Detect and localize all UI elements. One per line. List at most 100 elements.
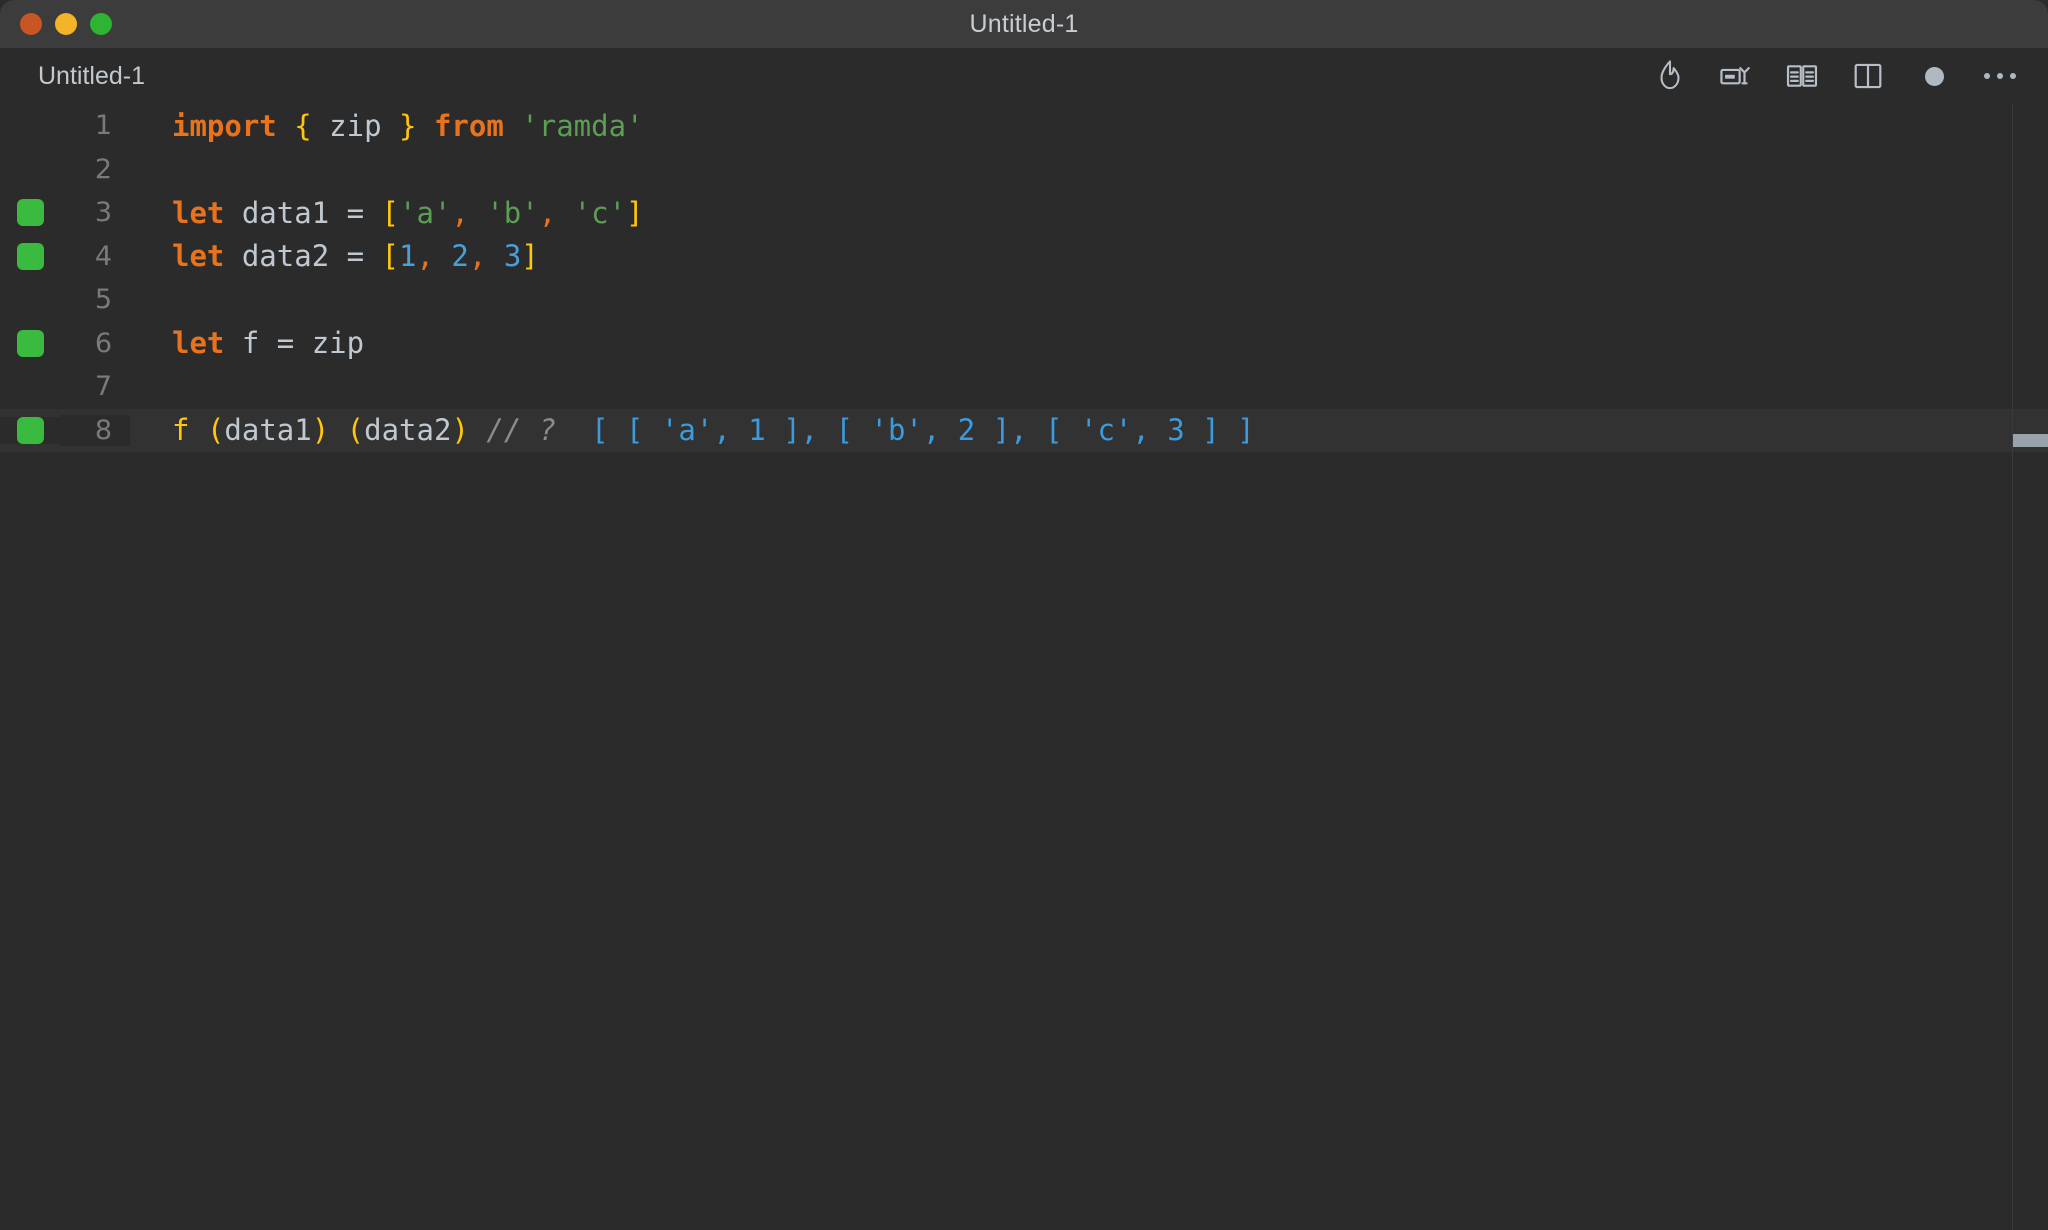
- code-token: 'ramda': [521, 108, 644, 143]
- code-line[interactable]: 5: [0, 278, 2048, 322]
- code-token: 1: [399, 239, 417, 274]
- code-token: ,: [416, 239, 434, 274]
- code-token: 2: [451, 239, 469, 274]
- code-token: let: [172, 195, 225, 230]
- split-editor-icon[interactable]: [1846, 56, 1890, 96]
- code-token: ]: [626, 195, 644, 230]
- code-token: from: [433, 108, 504, 143]
- code-token: (: [346, 413, 365, 448]
- line-number: 4: [94, 240, 112, 272]
- gutter-marker-cell[interactable]: [0, 286, 60, 313]
- code-token: f: [172, 413, 190, 448]
- code-line-content[interactable]: let data2 = [1, 2, 3]: [130, 239, 2048, 273]
- window-titlebar: Untitled-1: [0, 0, 2048, 48]
- line-number: 6: [94, 327, 112, 359]
- code-token: (: [206, 413, 225, 448]
- line-number: 8: [60, 414, 130, 446]
- code-line[interactable]: 4 let data2 = [1, 2, 3]: [0, 235, 2048, 279]
- window-title: Untitled-1: [969, 10, 1079, 38]
- breakpoint-marker-icon[interactable]: [16, 199, 44, 227]
- gutter-marker-cell[interactable]: [0, 373, 60, 400]
- code-lines: 1 import { zip } from 'ramda' 2 3 let data1 …: [0, 104, 2048, 452]
- code-token: [: [381, 195, 399, 230]
- line-number: 1: [94, 110, 112, 142]
- line-number: 7: [94, 371, 112, 403]
- ellipsis-icon[interactable]: [1978, 56, 2022, 96]
- code-token: data2: [364, 413, 452, 448]
- code-token: ]: [521, 239, 539, 274]
- code-line[interactable]: 3 let data1 = ['a', 'b', 'c']: [0, 191, 2048, 235]
- breakpoint-marker-icon[interactable]: [16, 242, 44, 270]
- code-token: data1 =: [224, 195, 382, 230]
- editor-window: Untitled-1 Untitled-1 1 import {zip} f…: [0, 0, 2048, 1230]
- inline-result: [ [ 'a', 1 ], [ 'b', 2 ], [ 'c', 3 ] ]: [556, 413, 1255, 448]
- gutter-marker-cell[interactable]: [0, 242, 60, 270]
- gutter-marker-cell[interactable]: [0, 199, 60, 227]
- run-console-icon[interactable]: [1714, 56, 1758, 96]
- gutter-marker-cell[interactable]: [0, 416, 60, 444]
- code-line[interactable]: 2: [0, 148, 2048, 192]
- code-token: f = zip: [224, 326, 365, 361]
- code-token: ,: [451, 195, 469, 230]
- maximize-window-button[interactable]: [90, 13, 112, 35]
- tab-strip: Untitled-1: [0, 48, 2048, 104]
- code-line-content[interactable]: import { zip } from 'ramda': [130, 109, 2048, 143]
- scrollbar-thumb[interactable]: [2013, 434, 2048, 447]
- code-token: {: [294, 108, 312, 143]
- code-token: // ?: [486, 413, 557, 448]
- code-token: 'c': [573, 195, 627, 230]
- gutter-marker-cell[interactable]: [0, 329, 60, 357]
- code-line-content[interactable]: let f = zip: [130, 326, 2048, 360]
- code-line-content[interactable]: let data1 = ['a', 'b', 'c']: [130, 196, 2048, 230]
- code-line[interactable]: 7: [0, 365, 2048, 409]
- code-token: ,: [468, 239, 487, 274]
- code-token: [: [381, 239, 399, 274]
- code-token: 'b': [486, 195, 539, 230]
- minimize-window-button[interactable]: [55, 13, 77, 35]
- code-token: }: [399, 108, 417, 143]
- code-token: ): [311, 413, 330, 448]
- line-number: 2: [94, 153, 112, 185]
- code-token: let: [172, 239, 225, 274]
- code-token: ): [451, 413, 469, 448]
- code-token: zip: [329, 108, 382, 143]
- code-token: 3: [503, 239, 522, 274]
- code-line[interactable]: 8f (data1) (data2) // ? [ [ 'a', 1 ], [ …: [0, 408, 2048, 452]
- breakpoint-marker-icon[interactable]: [16, 416, 44, 444]
- code-editor[interactable]: 1 import { zip } from 'ramda' 2 3 let data1 …: [0, 104, 2048, 1230]
- code-token: ,: [538, 195, 557, 230]
- status-dot-icon[interactable]: [1912, 56, 1956, 96]
- code-line[interactable]: 1 import { zip } from 'ramda': [0, 104, 2048, 148]
- code-token: let: [172, 326, 225, 361]
- code-line-content[interactable]: f (data1) (data2) // ? [ [ 'a', 1 ], [ '…: [130, 413, 2048, 447]
- traffic-lights: [20, 13, 112, 35]
- book-open-icon[interactable]: [1780, 56, 1824, 96]
- code-token: data1: [224, 413, 312, 448]
- code-token: data2 =: [224, 239, 382, 274]
- line-number: 3: [94, 197, 112, 229]
- close-window-button[interactable]: [20, 13, 42, 35]
- flame-icon[interactable]: [1648, 56, 1692, 96]
- breakpoint-marker-icon[interactable]: [16, 329, 44, 357]
- line-number: 5: [94, 284, 112, 316]
- code-line[interactable]: 6 let f = zip: [0, 322, 2048, 366]
- code-token: 'a': [399, 195, 452, 230]
- code-token: import: [172, 108, 277, 143]
- editor-toolbar: [1648, 56, 2022, 96]
- gutter-marker-cell[interactable]: [0, 156, 60, 183]
- gutter-marker-cell[interactable]: [0, 112, 60, 139]
- editor-scrollbar[interactable]: [2012, 104, 2048, 1230]
- tab-untitled-1[interactable]: Untitled-1: [38, 48, 145, 104]
